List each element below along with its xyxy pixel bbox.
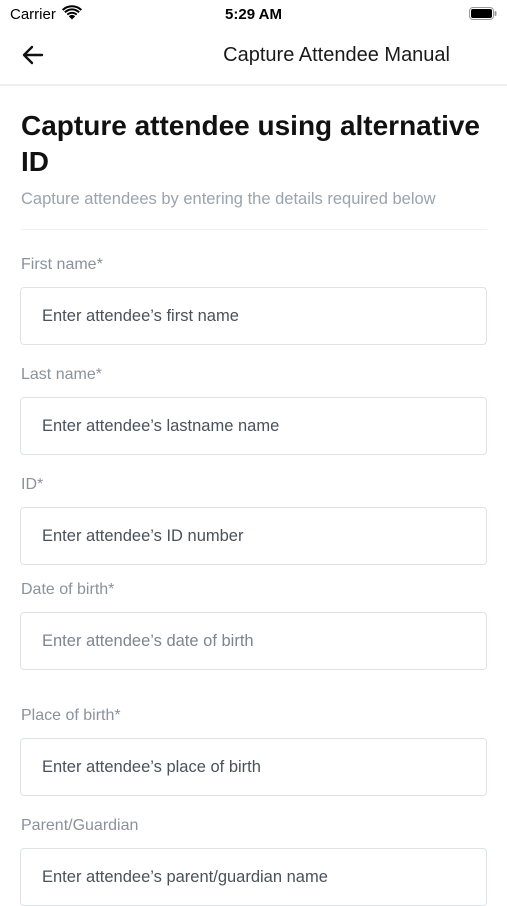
nav-title: Capture Attendee Manual xyxy=(223,44,450,66)
place-of-birth-input[interactable] xyxy=(20,738,487,796)
status-bar: Carrier 5:29 AM xyxy=(0,0,507,28)
status-time: 5:29 AM xyxy=(225,6,282,23)
divider xyxy=(21,229,487,230)
arrow-left-icon xyxy=(22,45,44,65)
id-label: ID* xyxy=(21,476,44,493)
nav-bar: Capture Attendee Manual xyxy=(0,28,507,86)
page-subheading: Capture attendees by entering the detail… xyxy=(21,190,436,208)
date-of-birth-input[interactable] xyxy=(20,612,487,670)
date-of-birth-label: Date of birth* xyxy=(21,581,115,598)
page-heading: Capture attendee using alternative ID xyxy=(21,110,481,177)
last-name-label: Last name* xyxy=(21,366,102,383)
battery-icon xyxy=(469,7,497,25)
first-name-label: First name* xyxy=(21,256,103,273)
parent-guardian-label: Parent/Guardian xyxy=(21,817,139,834)
last-name-input[interactable] xyxy=(20,397,487,455)
first-name-input[interactable] xyxy=(20,287,487,345)
back-button[interactable] xyxy=(20,42,50,70)
place-of-birth-label: Place of birth* xyxy=(21,707,121,724)
id-number-input[interactable] xyxy=(20,507,487,565)
parent-guardian-input[interactable] xyxy=(20,848,487,906)
